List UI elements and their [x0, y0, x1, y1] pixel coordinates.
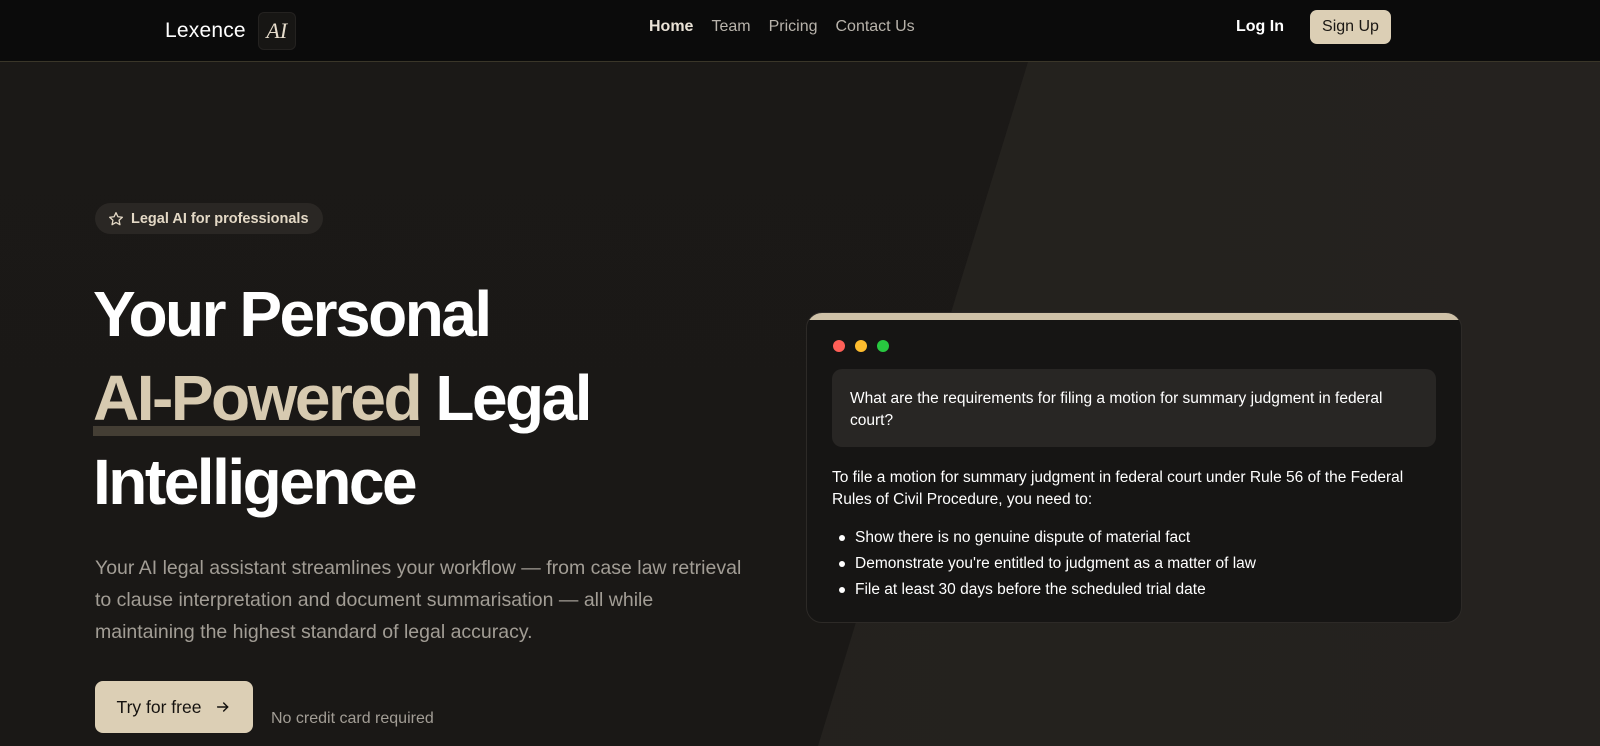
- chat-answer-list: Show there is no genuine dispute of mate…: [832, 525, 1436, 603]
- top-navbar: Lexence AI Home Team Pricing Contact Us …: [0, 0, 1600, 62]
- list-item: Show there is no genuine dispute of mate…: [832, 525, 1436, 551]
- brand-logo-text: AI: [266, 18, 288, 43]
- window-dot-minimize: [855, 340, 867, 352]
- try-for-free-button[interactable]: Try for free: [95, 681, 253, 733]
- card-top-accent-bar: [807, 313, 1461, 320]
- hero-badge: Legal AI for professionals: [95, 203, 323, 234]
- hero-headline: Your Personal AI-Powered Legal Intellige…: [93, 272, 733, 524]
- list-item: File at least 30 days before the schedul…: [832, 577, 1436, 603]
- cta-label: Try for free: [116, 696, 202, 717]
- headline-accent: AI-Powered: [93, 356, 423, 440]
- headline-line-2-rest: Legal: [420, 362, 592, 434]
- hero-subtext: Your AI legal assistant streamlines your…: [95, 557, 742, 643]
- headline-accent-text: AI-Powered: [93, 362, 423, 434]
- brand-name: Lexence: [165, 19, 246, 42]
- badge-text: Legal AI for professionals: [131, 210, 309, 227]
- chat-answer-intro: To file a motion for summary judgment in…: [832, 469, 1404, 508]
- nav-link-home[interactable]: Home: [649, 18, 693, 36]
- chat-preview-card: What are the requirements for filing a m…: [806, 312, 1462, 623]
- star-icon: [109, 211, 123, 225]
- chat-question-bubble: What are the requirements for filing a m…: [832, 369, 1436, 447]
- window-dots: [833, 340, 889, 352]
- nav-links: Home Team Pricing Contact Us: [649, 18, 915, 36]
- window-dot-maximize: [877, 340, 889, 352]
- nav-link-team[interactable]: Team: [711, 18, 750, 36]
- headline-line-2: AI-Powered Legal: [93, 356, 733, 440]
- headline-line-3: Intelligence: [93, 446, 418, 518]
- nav-link-contact-us[interactable]: Contact Us: [835, 18, 914, 36]
- login-link[interactable]: Log In: [1236, 18, 1284, 36]
- signup-button[interactable]: Sign Up: [1310, 10, 1391, 44]
- headline-line-1: Your Personal: [93, 278, 492, 350]
- nav-link-pricing[interactable]: Pricing: [769, 18, 818, 36]
- landing-page: Lexence AI Home Team Pricing Contact Us …: [0, 0, 1600, 746]
- no-credit-card-note: No credit card required: [271, 710, 434, 727]
- brand[interactable]: Lexence AI: [165, 10, 296, 52]
- window-dot-close: [833, 340, 845, 352]
- brand-logo-icon: AI: [257, 12, 296, 50]
- list-item: Demonstrate you're entitled to judgment …: [832, 551, 1436, 577]
- arrow-right-icon: [217, 702, 229, 712]
